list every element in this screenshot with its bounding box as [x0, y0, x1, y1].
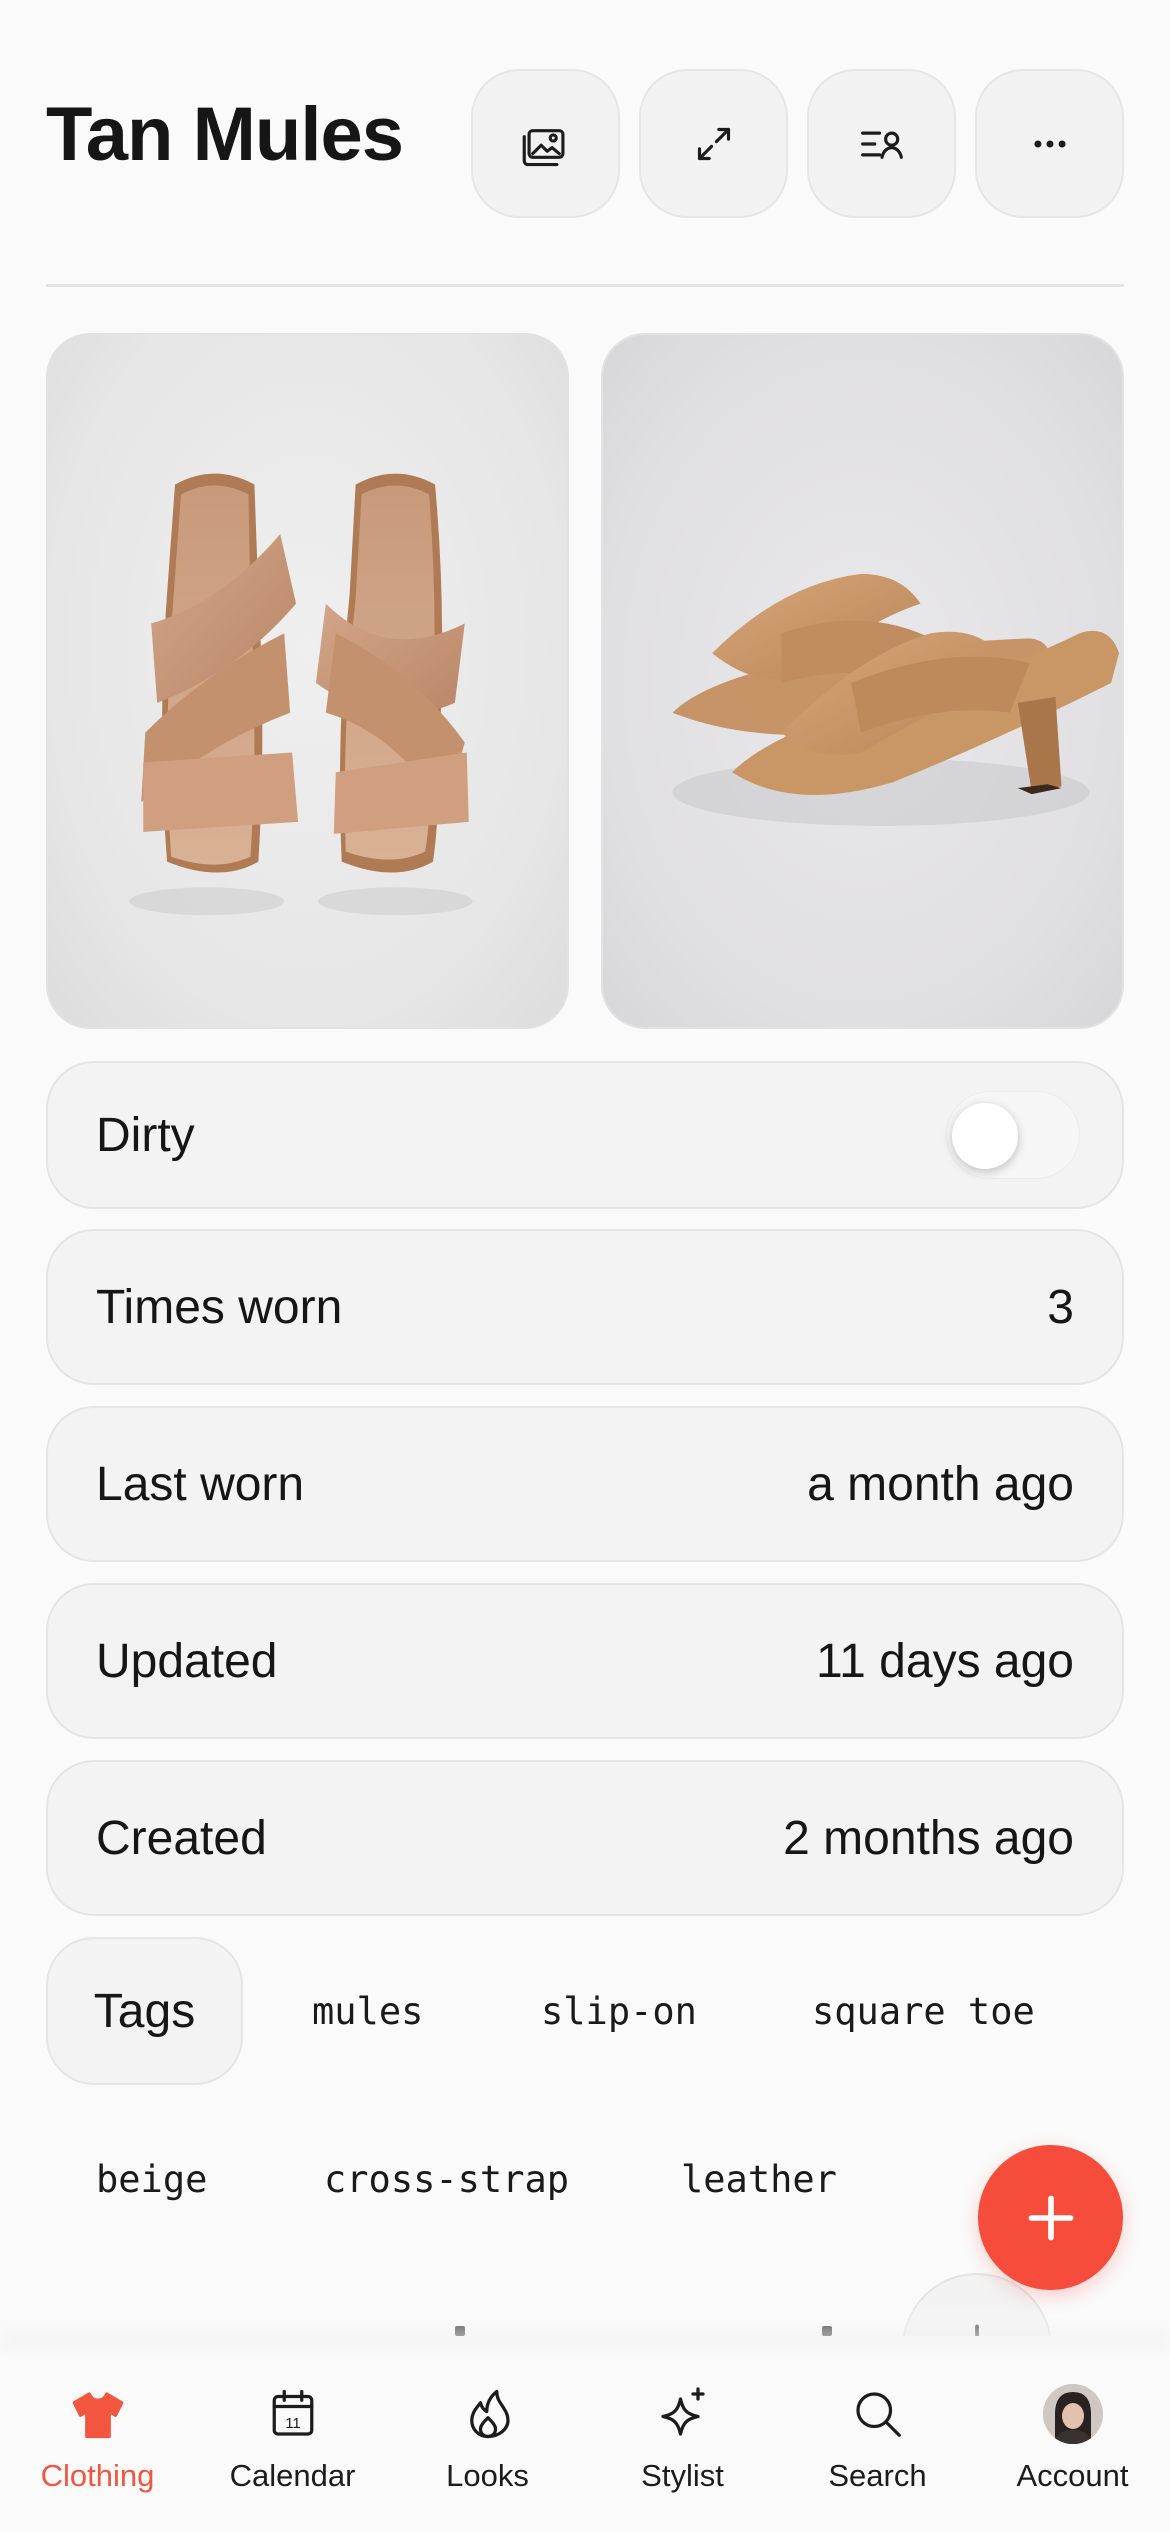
times-worn-row: Times worn 3	[46, 1229, 1124, 1385]
header: Tan Mules	[0, 0, 1170, 290]
tag-chip[interactable]: leather	[681, 2158, 837, 2201]
expand-button[interactable]	[639, 69, 788, 218]
photo-top-view[interactable]	[46, 333, 569, 1029]
plus-icon	[1028, 2195, 1073, 2240]
dirty-label: Dirty	[96, 1108, 195, 1162]
times-worn-label: Times worn	[96, 1280, 343, 1334]
tab-clothing[interactable]: Clothing	[0, 2336, 195, 2532]
dirty-toggle[interactable]	[946, 1091, 1080, 1179]
tag-chip[interactable]: slip-on	[541, 1990, 697, 2033]
more-button[interactable]	[975, 69, 1124, 218]
tab-stylist[interactable]: Stylist	[585, 2336, 780, 2532]
gallery-button[interactable]	[471, 69, 620, 218]
photo-angle-view[interactable]	[601, 333, 1124, 1029]
tab-calendar[interactable]: 11 Calendar	[195, 2336, 390, 2532]
tag-chip[interactable]: cross-strap	[324, 2158, 569, 2201]
tshirt-icon	[72, 2392, 123, 2439]
mules-angle-view-image	[672, 573, 1120, 826]
tag-chip[interactable]: beige	[96, 2158, 207, 2201]
dirty-toggle-knob	[952, 1103, 1018, 1169]
more-icon	[1033, 139, 1066, 148]
tab-stylist-label: Stylist	[641, 2458, 724, 2493]
tab-search[interactable]: Search	[780, 2336, 975, 2532]
tab-calendar-label: Calendar	[229, 2458, 356, 2493]
calendar-day: 11	[285, 2415, 301, 2432]
expand-icon	[697, 127, 730, 160]
avatar	[1042, 2384, 1103, 2444]
tag-chip[interactable]: mules	[312, 1990, 423, 2033]
tab-clothing-label: Clothing	[40, 2458, 155, 2493]
assign-person-icon	[860, 131, 903, 159]
tab-looks[interactable]: Looks	[390, 2336, 585, 2532]
last-worn-row: Last worn a month ago	[46, 1406, 1124, 1562]
dirty-row[interactable]: Dirty	[46, 1061, 1124, 1209]
flame-icon	[469, 2389, 510, 2439]
created-row: Created 2 months ago	[46, 1760, 1124, 1916]
updated-label: Updated	[96, 1634, 278, 1688]
mules-top-view-image	[129, 473, 473, 916]
tab-bar: Clothing 11 Calendar Looks Stylist Searc…	[0, 2336, 1170, 2532]
header-divider	[46, 284, 1124, 287]
tab-account[interactable]: Account	[975, 2336, 1170, 2532]
assign-person-button[interactable]	[807, 69, 956, 218]
created-label: Created	[96, 1811, 267, 1865]
created-value: 2 months ago	[783, 1811, 1074, 1865]
last-worn-label: Last worn	[96, 1457, 305, 1511]
tab-search-label: Search	[828, 2458, 927, 2493]
calendar-icon: 11	[272, 2389, 313, 2436]
sparkle-icon	[660, 2387, 705, 2436]
tags-label: Tags	[46, 1937, 243, 2085]
search-icon	[855, 2392, 901, 2437]
tab-looks-label: Looks	[446, 2458, 529, 2493]
gallery-icon	[522, 128, 564, 166]
times-worn-value: 3	[1047, 1280, 1074, 1334]
tab-account-label: Account	[1016, 2458, 1129, 2493]
page-title: Tan Mules	[46, 92, 404, 177]
updated-row: Updated 11 days ago	[46, 1583, 1124, 1739]
add-button[interactable]	[978, 2145, 1123, 2290]
last-worn-value: a month ago	[807, 1457, 1074, 1511]
updated-value: 11 days ago	[816, 1634, 1074, 1688]
tag-chip[interactable]: square toe	[812, 1990, 1035, 2033]
